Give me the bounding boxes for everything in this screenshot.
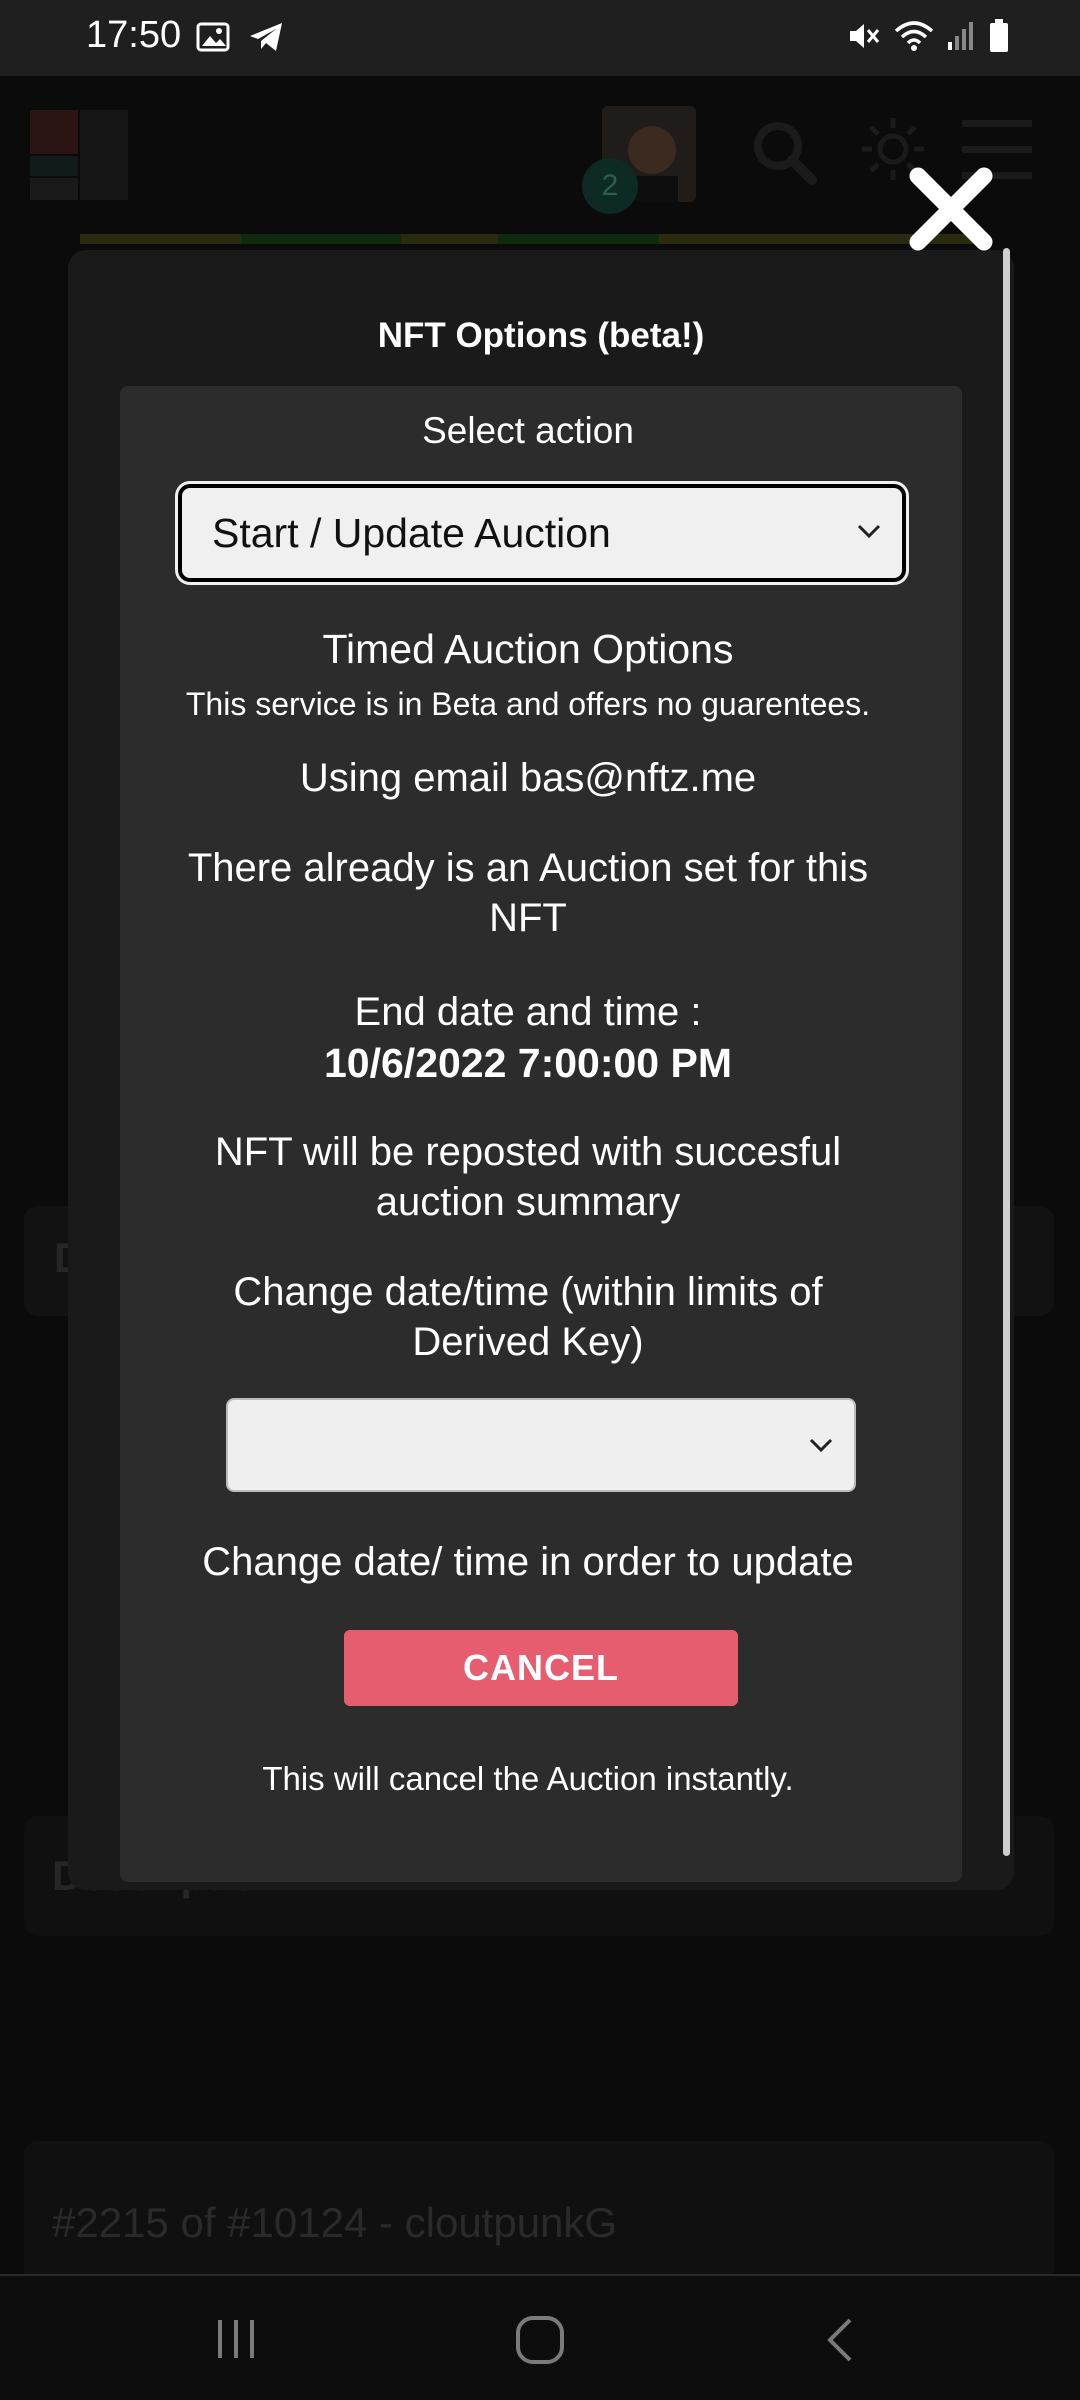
select-action-label: Select action — [422, 410, 634, 451]
repost-line-1: NFT will be reposted with succesful — [214, 1130, 842, 1174]
back-icon[interactable] — [822, 2314, 858, 2371]
system-nav-bar — [0, 2274, 1080, 2400]
change-date-line-1: Change date/time (within limits of — [233, 1270, 823, 1314]
signal-icon — [946, 20, 976, 57]
strip-segment — [497, 234, 659, 244]
strip-segment — [658, 234, 820, 244]
close-icon[interactable] — [908, 166, 994, 252]
strip-segment — [80, 234, 241, 244]
email-line: Using email bas@nftz.me — [299, 756, 757, 800]
modal-title: NFT Options (beta!) — [377, 316, 705, 355]
home-icon[interactable] — [514, 2314, 566, 2371]
telegram-icon — [248, 20, 286, 59]
mute-icon — [846, 18, 882, 59]
existing-auction-line-2: NFT — [489, 896, 567, 940]
repost-line-2: auction summary — [375, 1180, 681, 1224]
app-logo — [30, 110, 128, 200]
status-time: 17:50 — [86, 14, 182, 56]
progress-strip — [80, 234, 981, 244]
strip-segment — [401, 234, 498, 244]
beta-notice: This service is in Beta and offers no gu… — [185, 686, 871, 722]
recent-apps-icon[interactable] — [214, 2314, 258, 2369]
modal-scrollbar[interactable] — [1003, 248, 1010, 1856]
end-date-label: End date and time : — [354, 990, 702, 1034]
end-date-value: 10/6/2022 7:00:00 PM — [324, 1040, 732, 1086]
battery-icon — [988, 18, 1010, 59]
action-select[interactable]: Start / Update Auction — [178, 484, 906, 582]
existing-auction-line-1: There already is an Auction set for this — [187, 846, 869, 890]
gallery-icon — [196, 20, 230, 59]
change-date-line-2: Derived Key) — [412, 1320, 644, 1364]
chevron-down-icon — [808, 1436, 834, 1459]
chevron-down-icon — [856, 522, 882, 545]
wifi-icon — [894, 19, 934, 58]
notification-badge: 2 — [582, 158, 638, 214]
cancel-note: This will cancel the Auction instantly. — [262, 1760, 794, 1797]
section-title: Timed Auction Options — [322, 626, 734, 672]
action-select-value: Start / Update Auction — [212, 510, 611, 556]
description-body-card: #2215 of #10124 - cloutpunkG — [24, 2141, 1054, 2291]
strip-segment — [240, 234, 402, 244]
description-text: #2215 of #10124 - cloutpunkG — [52, 2199, 618, 2246]
status-bar: 17:50 — [0, 0, 1080, 76]
update-hint: Change date/ time in order to update — [202, 1540, 854, 1584]
cancel-auction-button[interactable]: CANCEL — [344, 1630, 738, 1706]
date-time-select[interactable] — [226, 1398, 856, 1492]
search-icon[interactable] — [748, 116, 820, 193]
